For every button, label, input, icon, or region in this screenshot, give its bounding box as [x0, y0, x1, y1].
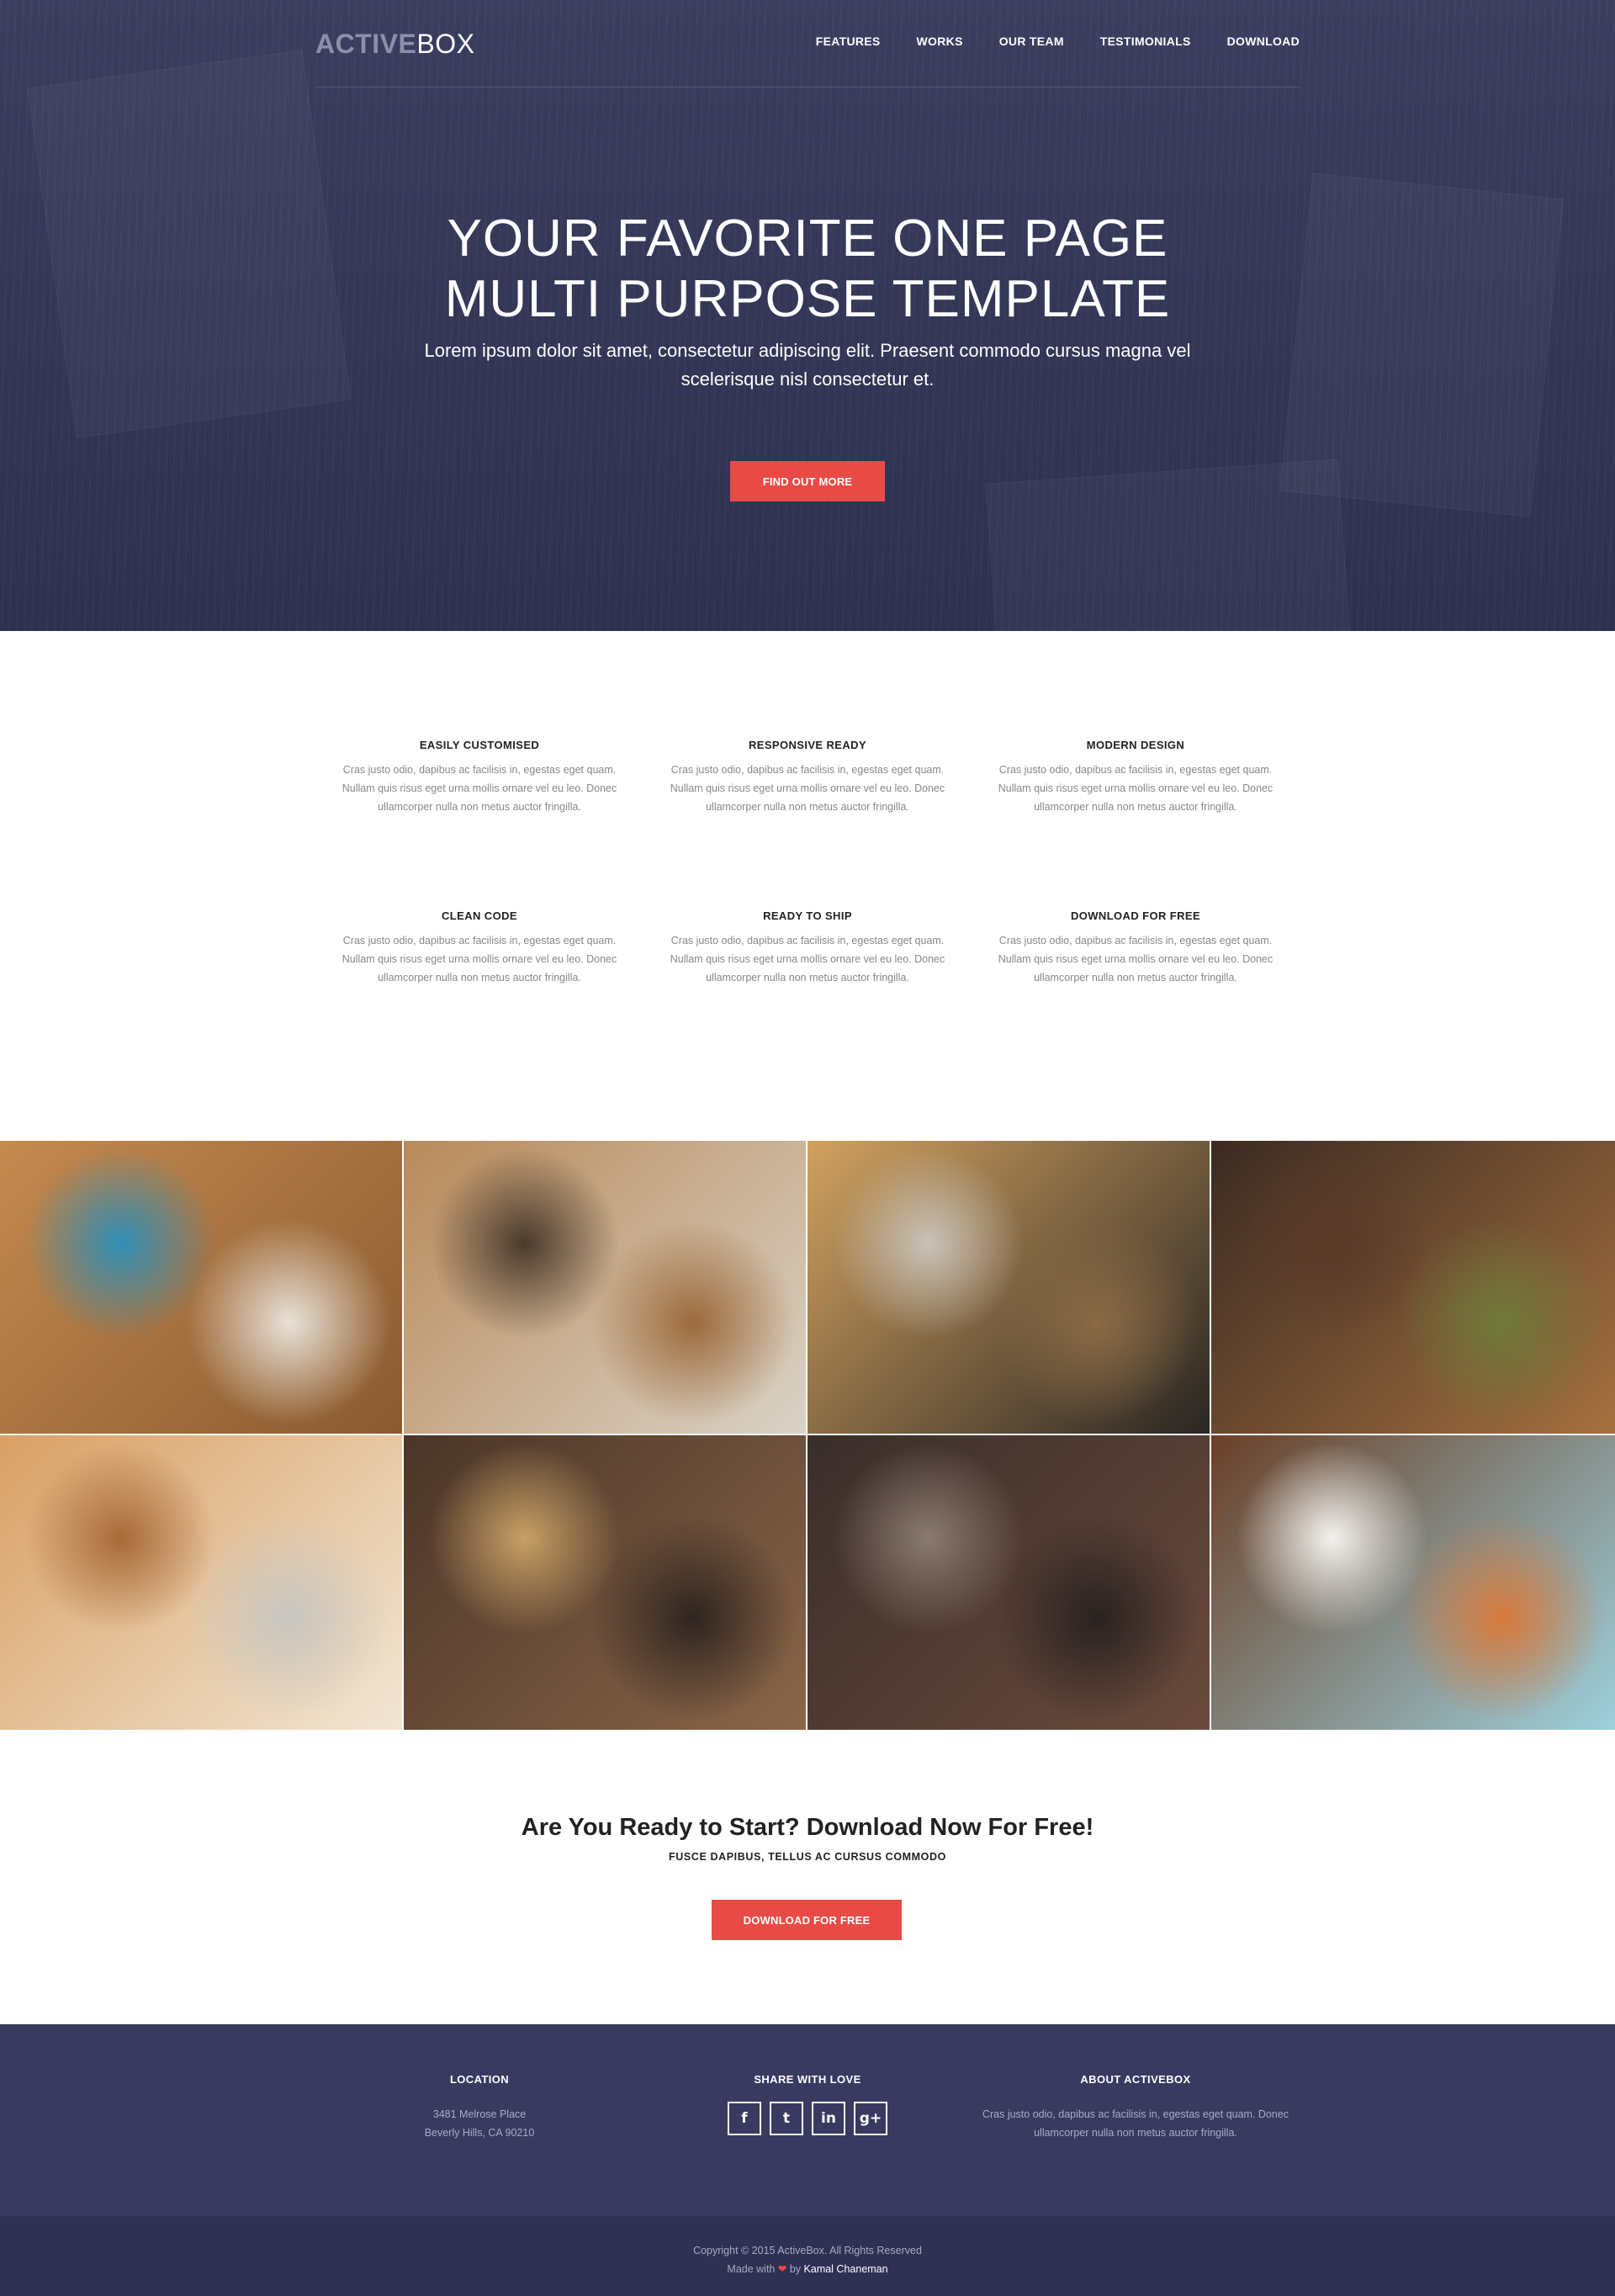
feature-title: EASILY CUSTOMISED — [419, 739, 540, 751]
feature-text: Cras justo odio, dapibus ac facilisis in… — [670, 935, 945, 984]
copyright-line: Copyright © 2015 ActiveBox. All Rights R… — [693, 2245, 922, 2256]
feature-text: Cras justo odio, dapibus ac facilisis in… — [342, 764, 617, 813]
feature-item: RESPONSIVE READY Cras justo odio, dapibu… — [669, 739, 946, 816]
feature-text: Cras justo odio, dapibus ac facilisis in… — [998, 764, 1273, 813]
nav-links: FEATURES WORKS OUR TEAM TESTIMONIALS DOW… — [816, 34, 1300, 49]
feature-item: CLEAN CODE Cras justo odio, dapibus ac f… — [341, 909, 618, 987]
feature-title: MODERN DESIGN — [1086, 739, 1185, 751]
nav-link-works[interactable]: WORKS — [917, 34, 963, 49]
hero-title-line2: MULTI PURPOSE TEMPLATE — [444, 270, 1171, 328]
logo-text-active: ACTIVE — [315, 29, 417, 59]
footer-share: SHARE WITH LOVE f t in g+ — [631, 2073, 984, 2135]
hero-title: YOUR FAVORITE ONE PAGE MULTI PURPOSE TEM… — [0, 209, 1615, 330]
hero-section: ACTIVEBOX FEATURES WORKS OUR TEAM TESTIM… — [0, 0, 1615, 631]
cta-subtitle: FUSCE DAPIBUS, TELLUS AC CURSUS COMMODO — [669, 1851, 946, 1863]
made-with-text: Made with — [727, 2263, 776, 2275]
gallery-tile[interactable] — [808, 1141, 1210, 1434]
linkedin-icon[interactable]: in — [812, 2102, 845, 2135]
nav-link-download[interactable]: DOWNLOAD — [1227, 34, 1300, 49]
gallery-tile[interactable] — [0, 1141, 402, 1434]
footer-location: LOCATION 3481 Melrose Place Beverly Hill… — [303, 2073, 656, 2142]
feature-title: RESPONSIVE READY — [748, 739, 867, 751]
footer-share-title: SHARE WITH LOVE — [754, 2073, 861, 2086]
footer-about: ABOUT ACTIVEBOX Cras justo odio, dapibus… — [959, 2073, 1312, 2142]
feature-item: MODERN DESIGN Cras justo odio, dapibus a… — [997, 739, 1274, 816]
feature-text: Cras justo odio, dapibus ac facilisis in… — [342, 935, 617, 984]
works-gallery — [0, 1141, 1615, 1730]
download-cta-section: Are You Ready to Start? Download Now For… — [0, 1730, 1615, 2024]
top-navbar: ACTIVEBOX FEATURES WORKS OUR TEAM TESTIM… — [315, 0, 1300, 87]
nav-link-our-team[interactable]: OUR TEAM — [999, 34, 1064, 49]
features-section: EASILY CUSTOMISED Cras justo odio, dapib… — [0, 631, 1615, 1141]
gallery-tile[interactable] — [404, 1141, 806, 1434]
footer-about-text: Cras justo odio, dapibus ac facilisis in… — [982, 2108, 1289, 2139]
hero-title-line1: YOUR FAVORITE ONE PAGE — [447, 209, 1168, 268]
author-link[interactable]: Kamal Chaneman — [804, 2263, 888, 2275]
nav-link-testimonials[interactable]: TESTIMONIALS — [1100, 34, 1191, 49]
address-line2: Beverly Hills, CA 90210 — [424, 2127, 535, 2139]
nav-link-features[interactable]: FEATURES — [816, 34, 881, 49]
feature-title: CLEAN CODE — [442, 909, 517, 922]
gallery-tile[interactable] — [1211, 1141, 1615, 1434]
copyright-bar: Copyright © 2015 ActiveBox. All Rights R… — [0, 2216, 1615, 2296]
gallery-tile[interactable] — [808, 1435, 1210, 1730]
footer-address: 3481 Melrose Place Beverly Hills, CA 902… — [303, 2105, 656, 2142]
social-icons: f t in g+ — [631, 2102, 984, 2135]
feature-title: READY TO SHIP — [763, 909, 852, 922]
find-out-more-button[interactable]: FIND OUT MORE — [730, 461, 885, 501]
footer-about-title: ABOUT ACTIVEBOX — [1080, 2073, 1191, 2086]
gallery-tile[interactable] — [1211, 1435, 1615, 1730]
logo[interactable]: ACTIVEBOX — [315, 29, 474, 59]
by-text: by — [789, 2263, 802, 2275]
hero-bg-shape — [985, 459, 1353, 631]
facebook-icon[interactable]: f — [728, 2102, 761, 2135]
footer: LOCATION 3481 Melrose Place Beverly Hill… — [0, 2024, 1615, 2216]
feature-item: DOWNLOAD FOR FREE Cras justo odio, dapib… — [997, 909, 1274, 987]
download-for-free-button[interactable]: DOWNLOAD FOR FREE — [712, 1900, 902, 1940]
gallery-tile[interactable] — [0, 1435, 402, 1730]
feature-item: EASILY CUSTOMISED Cras justo odio, dapib… — [341, 739, 618, 816]
twitter-icon[interactable]: t — [770, 2102, 803, 2135]
feature-text: Cras justo odio, dapibus ac facilisis in… — [998, 935, 1273, 984]
copyright-text: Copyright © 2015 ActiveBox. All Rights R… — [0, 2241, 1615, 2278]
feature-text: Cras justo odio, dapibus ac facilisis in… — [670, 764, 945, 813]
feature-title: DOWNLOAD FOR FREE — [1070, 909, 1201, 922]
footer-location-title: LOCATION — [449, 2073, 510, 2086]
hero-text: Lorem ipsum dolor sit amet, consectetur … — [424, 340, 1191, 390]
cta-title: Are You Ready to Start? Download Now For… — [521, 1814, 1094, 1841]
logo-text-box: BOX — [416, 29, 475, 59]
google-plus-icon[interactable]: g+ — [854, 2102, 887, 2135]
heart-icon: ❤ — [777, 2263, 787, 2275]
gallery-tile[interactable] — [404, 1435, 806, 1730]
feature-item: READY TO SHIP Cras justo odio, dapibus a… — [669, 909, 946, 987]
address-line1: 3481 Melrose Place — [432, 2108, 527, 2120]
